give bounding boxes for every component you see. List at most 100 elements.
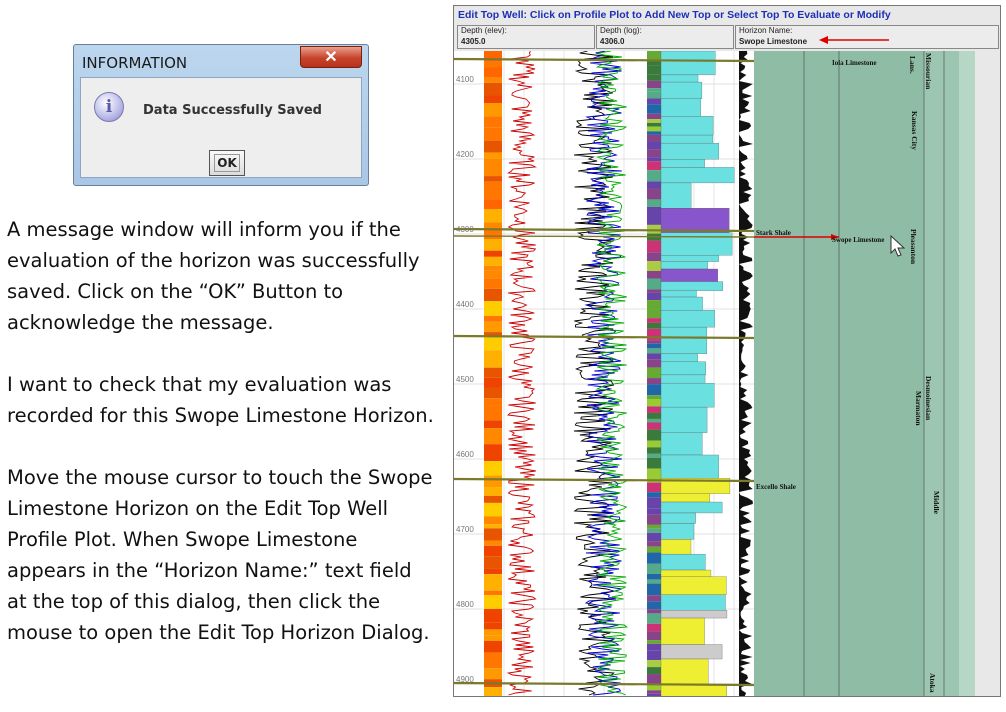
profile-plot-canvas[interactable]: 4100 4200 4300 4400 4500 4600 4700 4800 4900 Iola…	[454, 51, 1000, 696]
lithology-block	[660, 326, 708, 355]
lithology-block	[660, 167, 735, 184]
horizon-label: Stark Shale	[756, 229, 791, 237]
depth-elev-value: 4305.0	[461, 37, 486, 46]
lithology-band	[647, 457, 661, 469]
horizon-name-value: Swope Limestone	[739, 37, 808, 46]
gamma-color-band	[484, 556, 502, 569]
lithology-band	[647, 309, 661, 319]
horizon-label: Iola Limestone	[832, 59, 877, 67]
lithology-block	[660, 310, 715, 328]
profile-plot[interactable]: 4100 4200 4300 4400 4500 4600 4700 4800 4900 Iola…	[454, 51, 1000, 696]
lithology-band	[647, 395, 661, 399]
lithology-block	[660, 406, 708, 433]
gamma-color-band	[484, 687, 502, 692]
depth-log-label: Depth (log):	[600, 26, 642, 35]
lithology-block	[660, 116, 714, 136]
lithology-block	[660, 382, 715, 408]
lithology-block	[660, 576, 727, 595]
lithology-band	[647, 122, 661, 127]
gamma-color-band	[484, 377, 502, 388]
gamma-color-band	[484, 387, 502, 399]
gamma-color-band	[484, 524, 502, 529]
lithology-band	[647, 278, 661, 290]
gamma-color-band	[484, 428, 502, 445]
lithology-band	[647, 322, 661, 329]
lithology-band	[647, 217, 661, 225]
lithology-band	[647, 359, 661, 368]
gamma-color-band	[484, 116, 502, 128]
gamma-color-band	[484, 528, 502, 541]
lithology-band	[647, 199, 661, 207]
lithology-band	[647, 74, 661, 81]
ok-button[interactable]: OK	[209, 150, 245, 176]
lithology-block	[660, 539, 692, 555]
gamma-color-band	[484, 158, 502, 177]
gamma-color-band	[484, 487, 502, 496]
lithology-block	[660, 658, 709, 685]
horizon-name-label: Horizon Name:	[739, 26, 793, 35]
depth-tick-label: 4600	[456, 450, 474, 459]
horizon-label: Swope Limestone	[832, 236, 884, 244]
depth-elev-field[interactable]: Depth (elev): 4305.0	[457, 25, 595, 49]
lithology-block	[660, 182, 692, 209]
lithology-band	[647, 546, 661, 553]
lithology-band	[647, 418, 661, 423]
lithology-block	[660, 255, 719, 262]
lithology-band	[647, 429, 661, 441]
lithology-band	[647, 524, 661, 529]
gamma-color-band	[484, 239, 502, 251]
lithology-band	[647, 348, 661, 354]
lithology-band	[647, 131, 661, 135]
lithology-block	[660, 98, 701, 117]
depth-tick-label: 4100	[456, 75, 474, 84]
lithology-band	[647, 623, 661, 632]
lithology-block	[660, 569, 712, 577]
dialog-title: INFORMATION	[82, 54, 188, 72]
gamma-color-band	[484, 250, 502, 257]
depth-tick-label: 4500	[456, 375, 474, 384]
lithology-band	[647, 141, 661, 150]
lithology-band	[647, 61, 661, 66]
lithology-band	[647, 595, 661, 602]
age-label: Pleasanton	[909, 229, 918, 265]
gamma-color-band	[484, 622, 502, 630]
gamma-color-band	[484, 103, 502, 117]
gamma-color-band	[484, 420, 502, 429]
lithology-band	[647, 601, 661, 610]
lithology-band	[647, 613, 661, 624]
gamma-color-band	[484, 222, 502, 229]
lithology-band	[647, 206, 661, 218]
lithology-band	[647, 492, 661, 498]
close-button[interactable]: ✕	[300, 46, 362, 68]
depth-tick-label: 4200	[456, 150, 474, 159]
lithology-band	[647, 98, 661, 105]
gamma-color-band	[484, 321, 502, 333]
lithology-block	[660, 51, 716, 76]
lithology-band	[647, 447, 661, 454]
depth-log-field[interactable]: Depth (log): 4306.0	[596, 25, 734, 49]
lithology-band	[647, 292, 661, 301]
lithology-band	[647, 113, 661, 120]
lithology-band	[647, 378, 661, 385]
lithology-band	[647, 412, 661, 419]
age-label: Marmaton	[914, 391, 923, 426]
lithology-band	[647, 398, 661, 407]
gamma-color-band	[484, 405, 502, 421]
lithology-block	[660, 432, 703, 456]
age-label: Kansas City	[910, 111, 919, 150]
lithology-band	[647, 261, 661, 271]
gamma-color-band	[484, 574, 502, 591]
lithology-block	[660, 159, 705, 168]
lithology-band	[647, 440, 661, 448]
lithology-band	[647, 579, 661, 584]
depth-tick-label: 4900	[456, 675, 474, 684]
lithology-band	[647, 643, 661, 651]
lithology-band	[647, 188, 661, 200]
gamma-color-band	[484, 288, 502, 302]
gamma-color-band	[484, 540, 502, 546]
lithology-band	[647, 104, 661, 114]
lithology-band	[647, 528, 661, 533]
depth-tick-label: 4300	[456, 225, 474, 234]
lithology-band	[647, 583, 661, 596]
gamma-color-band	[484, 315, 502, 322]
